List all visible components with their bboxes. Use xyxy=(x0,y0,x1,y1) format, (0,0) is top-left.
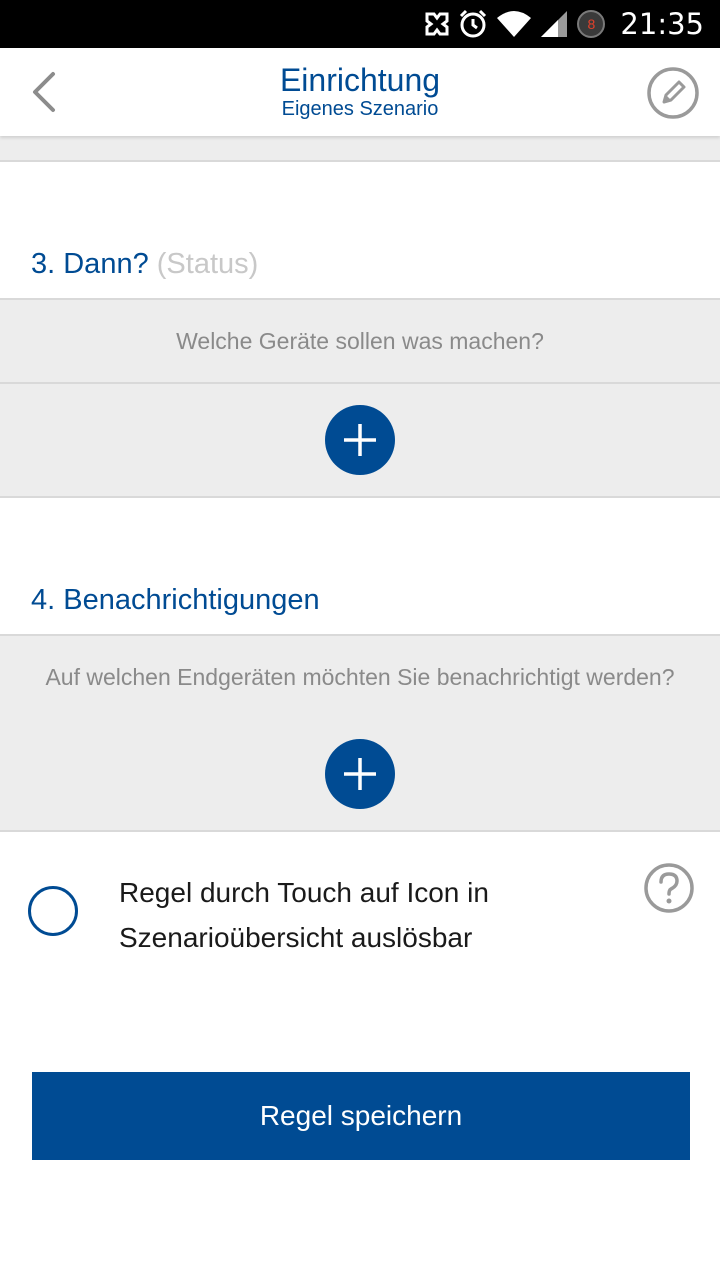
save-rule-button[interactable]: Regel speichern xyxy=(32,1072,690,1160)
previous-section-peek xyxy=(0,136,720,162)
app-bar: Einrichtung Eigenes Szenario xyxy=(0,48,720,136)
add-notification-device-button[interactable] xyxy=(325,739,395,809)
add-device-action-button[interactable] xyxy=(325,405,395,475)
hint-benachrichtigungen: Auf welchen Endgeräten möchten Sie benac… xyxy=(0,634,720,720)
plus-icon xyxy=(344,424,376,456)
notification-badge-icon: 8 xyxy=(576,9,606,39)
touch-trigger-label[interactable]: Regel durch Touch auf Icon in Szenarioüb… xyxy=(119,870,599,960)
section-title-dann-suffix: (Status) xyxy=(156,248,259,280)
alarm-icon xyxy=(460,9,487,38)
badge-count: 8 xyxy=(587,16,596,32)
add-bar-dann xyxy=(0,384,720,498)
section-title-dann-label: 3. Dann? xyxy=(31,248,149,280)
plus-icon xyxy=(344,758,376,790)
page-title: Einrichtung xyxy=(279,62,441,98)
page-subtitle: Eigenes Szenario xyxy=(281,98,439,120)
status-icons: 8 21:35 xyxy=(424,0,704,48)
nfc-icon xyxy=(425,12,449,36)
hint-dann: Welche Geräte sollen was machen? xyxy=(0,298,720,384)
pencil-icon xyxy=(647,67,699,119)
question-mark-icon xyxy=(644,863,694,913)
touch-trigger-radio[interactable] xyxy=(28,886,78,936)
status-bar: 8 21:35 xyxy=(0,0,720,48)
wifi-icon xyxy=(497,11,532,37)
title-block: Einrichtung Eigenes Szenario xyxy=(0,62,720,120)
cell-signal-icon xyxy=(541,11,568,37)
help-button[interactable] xyxy=(643,862,695,914)
status-time: 21:35 xyxy=(620,7,704,41)
edit-button[interactable] xyxy=(646,66,700,120)
add-bar-benachrichtigungen xyxy=(0,718,720,832)
section-title-benachrichtigungen: 4. Benachrichtigungen xyxy=(31,584,320,616)
section-title-dann: 3. Dann? (Status) xyxy=(31,248,258,281)
